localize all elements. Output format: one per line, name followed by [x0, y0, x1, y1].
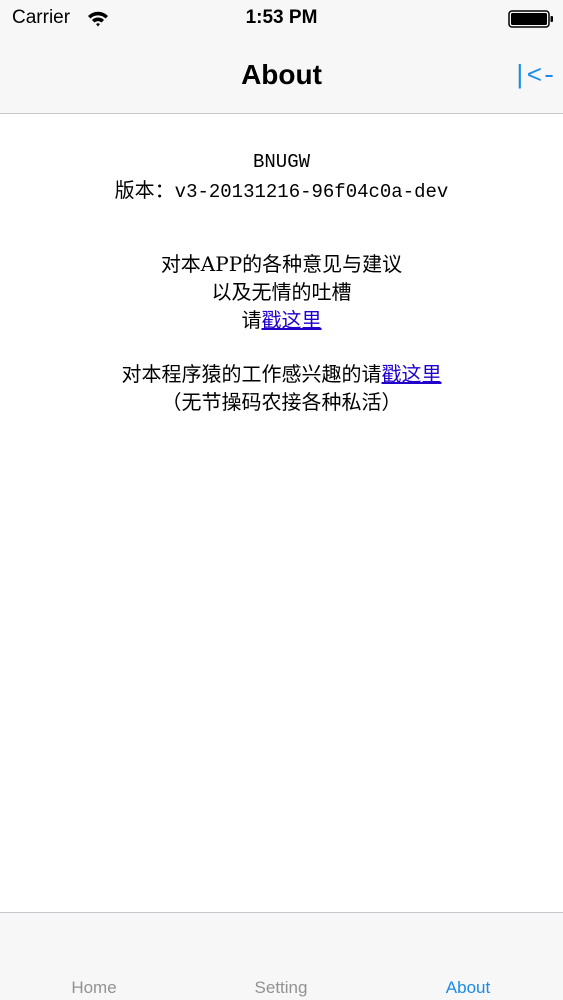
tab-about[interactable]: About	[374, 977, 562, 999]
app-name: BNUGW	[252, 151, 310, 173]
feedback-prefix: 请	[241, 308, 262, 332]
feedback-link[interactable]: 戳这里	[262, 308, 322, 332]
job-line: 对本程序猿的工作感兴趣的请戳这里	[0, 360, 563, 388]
status-time: 1:53 PM	[245, 7, 318, 28]
feedback-link-line: 请戳这里	[0, 306, 563, 334]
tab-bar: Home Setting About	[0, 912, 563, 1000]
about-screen: Carrier 1:53 PM About |<- BNUGW 版本：v3-20…	[0, 0, 563, 1000]
feedback-line-1: 对本APP的各种意见与建议	[160, 252, 403, 276]
about-content: BNUGW 版本：v3-20131216-96f04c0a-dev 对本APP的…	[0, 114, 563, 416]
feedback-line-2: 以及无情的吐槽	[211, 280, 352, 304]
page-title: About	[241, 59, 322, 90]
version-label: 版本：	[114, 178, 175, 202]
job-text: 对本程序猿的工作感兴趣的请	[121, 362, 382, 386]
status-bar: Carrier 1:53 PM	[0, 0, 563, 40]
navigation-bar: About |<-	[0, 40, 563, 114]
version-value: v3-20131216-96f04c0a-dev	[174, 181, 449, 203]
back-button[interactable]: |<-	[512, 60, 557, 92]
battery-icon	[508, 10, 553, 28]
version-line: 版本：v3-20131216-96f04c0a-dev	[0, 176, 563, 206]
job-note: （无节操码农接各种私活）	[161, 390, 402, 414]
tab-setting[interactable]: Setting	[187, 977, 375, 999]
tab-home[interactable]: Home	[0, 977, 188, 999]
job-link[interactable]: 戳这里	[382, 362, 442, 386]
